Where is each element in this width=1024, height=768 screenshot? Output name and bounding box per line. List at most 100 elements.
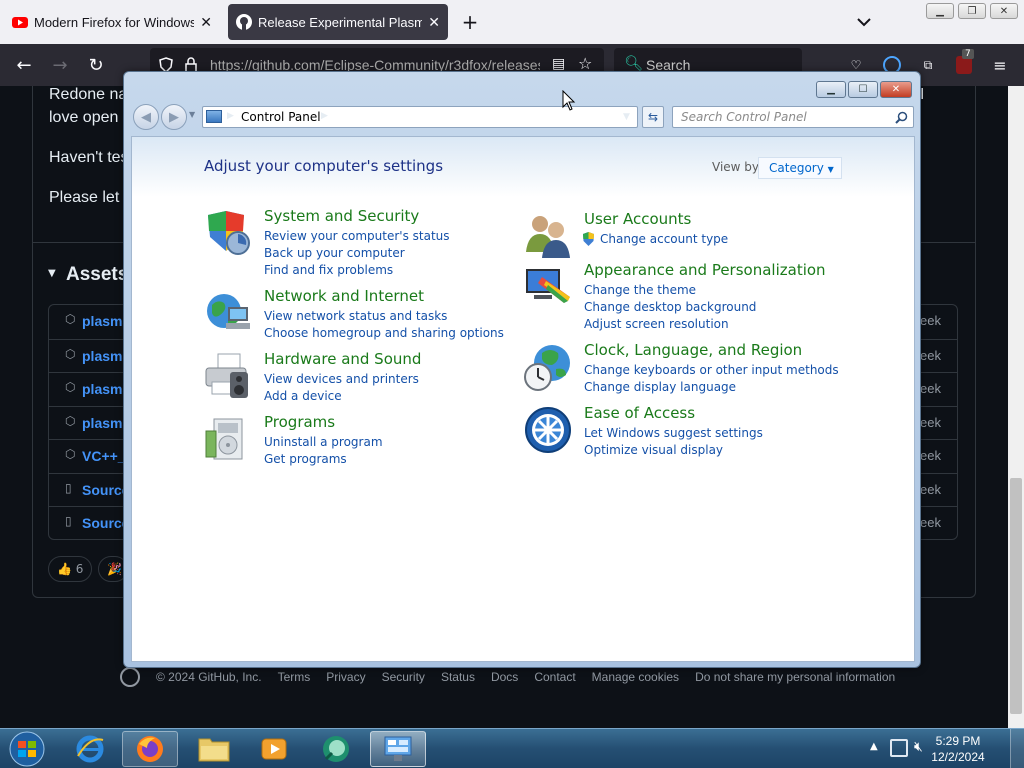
zip-icon: ▯ [65,481,72,495]
forward-arrow-icon: ▶ [169,109,179,125]
link-suggest-settings[interactable]: Let Windows suggest settings [584,426,763,440]
new-tab-button[interactable]: + [458,10,482,34]
zip-icon: ▯ [65,514,72,528]
taskbar-internet-explorer[interactable] [62,731,118,767]
breadcrumb-control-panel[interactable]: Control Panel [241,110,321,124]
close-icon: ✕ [891,84,901,95]
view-by-dropdown[interactable]: Category ▼ [758,157,842,179]
menu-button[interactable]: ≡ [988,53,1012,77]
link-change-keyboards[interactable]: Change keyboards or other input methods [584,363,839,377]
footer-link-terms[interactable]: Terms [278,670,311,684]
link-back-up[interactable]: Back up your computer [264,246,405,260]
category-title[interactable]: Programs [264,413,335,431]
close-button[interactable]: ✕ [990,3,1018,19]
cp-back-button[interactable]: ◀ [133,104,159,130]
footer-link-docs[interactable]: Docs [491,670,518,684]
category-title[interactable]: Clock, Language, and Region [584,341,802,359]
category-title[interactable]: User Accounts [584,210,691,228]
minimize-button[interactable]: ▁ [926,3,954,19]
link-desktop-background[interactable]: Change desktop background [584,300,756,314]
link-homegroup[interactable]: Choose homegroup and sharing options [264,326,504,340]
assets-heading[interactable]: Assets [66,264,128,286]
taskbar-firefox[interactable] [122,731,178,767]
search-icon[interactable] [895,111,908,124]
taskbar-file-explorer[interactable] [186,731,242,767]
programs-icon[interactable] [204,415,252,463]
display-icon[interactable] [524,263,572,311]
show-hidden-icons[interactable]: ▲ [870,741,878,752]
back-arrow-icon: ← [16,54,32,76]
category-title[interactable]: Appearance and Personalization [584,261,826,279]
users-icon[interactable] [524,212,572,260]
start-button[interactable] [0,731,54,767]
cp-maximize-button[interactable]: ☐ [848,81,878,98]
address-dropdown-icon[interactable]: ▼ [623,112,630,122]
system-clock[interactable]: 5:29 PM 12/2/2024 [928,733,988,765]
link-screen-resolution[interactable]: Adjust screen resolution [584,317,729,331]
show-desktop-button[interactable] [1010,729,1024,768]
cp-forward-button[interactable]: ▶ [161,104,187,130]
action-center-icon[interactable] [890,739,908,757]
reload-button[interactable]: ↻ [84,53,108,77]
control-panel-icon [384,736,412,761]
cp-close-button[interactable]: ✕ [880,81,912,98]
close-tab-icon[interactable]: ✕ [200,14,212,31]
extension-badge: 7 [962,49,974,59]
refresh-button[interactable]: ⇆ [642,106,664,128]
link-display-language[interactable]: Change display language [584,380,736,394]
network-globe-icon[interactable] [204,289,252,337]
footer-link-status[interactable]: Status [441,670,475,684]
link-change-account-type[interactable]: Change account type [600,232,728,246]
forward-button[interactable]: → [48,53,72,77]
printer-icon[interactable] [204,352,252,400]
recent-pages-icon[interactable]: ▼ [189,110,195,119]
footer-link-security[interactable]: Security [382,670,425,684]
close-icon: ✕ [999,5,1009,17]
view-by-value: Category [769,161,824,175]
asset-name[interactable]: VC++_ [82,448,126,464]
reader-view-icon[interactable]: ▤ [552,56,565,72]
scrollbar-thumb[interactable] [1010,478,1022,714]
ublock-button[interactable]: 7 [952,49,976,77]
footer-link-contact[interactable]: Contact [534,670,575,684]
footer-copyright: © 2024 GitHub, Inc. [156,670,262,684]
ease-of-access-icon[interactable] [524,406,572,454]
category-title[interactable]: Hardware and Sound [264,350,421,368]
link-add-device[interactable]: Add a device [264,389,342,403]
breadcrumb-arrow-icon[interactable]: ▶ [321,111,328,121]
category-title[interactable]: Network and Internet [264,287,424,305]
close-tab-icon[interactable]: ✕ [428,14,440,31]
taskbar-control-panel[interactable] [370,731,426,767]
footer-link-cookies[interactable]: Manage cookies [592,670,679,684]
clock-globe-icon[interactable] [524,343,572,391]
link-review-status[interactable]: Review your computer's status [264,229,450,243]
link-change-theme[interactable]: Change the theme [584,283,696,297]
triangle-down-icon[interactable]: ▼ [48,268,56,279]
link-devices-printers[interactable]: View devices and printers [264,372,419,386]
link-find-fix-problems[interactable]: Find and fix problems [264,263,393,277]
footer-link-do-not-share[interactable]: Do not share my personal information [695,670,895,684]
tab-youtube[interactable]: Modern Firefox for Windows 7! ✕ [4,4,220,40]
asset-date: eek [920,313,941,328]
uac-shield-icon [582,232,595,247]
volume-muted-icon[interactable]: 🔇︎ [914,739,923,755]
link-get-programs[interactable]: Get programs [264,452,347,466]
back-button[interactable]: ← [12,53,36,77]
taskbar-media-player[interactable] [246,731,302,767]
footer-link-privacy[interactable]: Privacy [326,670,365,684]
github-logo-icon[interactable] [120,667,140,687]
link-optimize-visual-display[interactable]: Optimize visual display [584,443,723,457]
category-title[interactable]: Ease of Access [584,404,695,422]
shield-icon[interactable] [204,209,252,257]
reaction-thumbs-up[interactable]: 👍 6 [48,556,93,582]
cp-minimize-button[interactable]: ▁ [816,81,846,98]
category-title[interactable]: System and Security [264,207,419,225]
taskbar-app[interactable] [308,731,364,767]
search-control-panel-input[interactable]: Search Control Panel [672,106,914,128]
tab-github[interactable]: Release Experimental Plasmafox ✕ [228,4,448,40]
restore-button[interactable]: ❐ [958,3,986,19]
link-uninstall-program[interactable]: Uninstall a program [264,435,383,449]
link-network-status[interactable]: View network status and tasks [264,309,447,323]
tab-list-button[interactable] [852,10,876,34]
breadcrumb-arrow-icon[interactable]: ▶ [227,111,234,121]
